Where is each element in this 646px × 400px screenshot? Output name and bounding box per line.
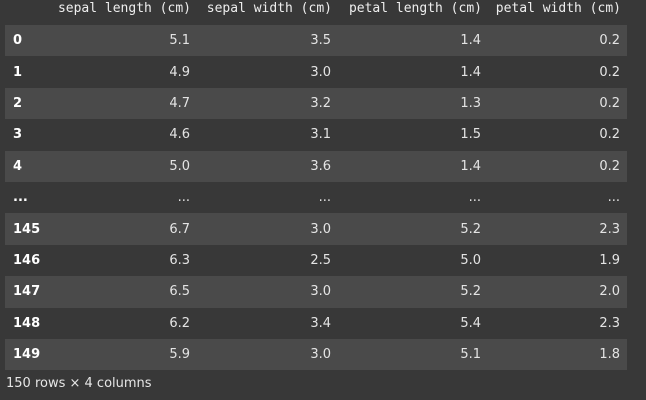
table-row: 4 5.0 3.6 1.4 0.2 (5, 150, 627, 182)
row-count-summary: 150 rows × 4 columns (6, 376, 152, 391)
row-index: ... (13, 190, 28, 206)
row-index: 4 (13, 158, 23, 174)
table-row: 1 4.9 3.0 1.4 0.2 (5, 56, 627, 88)
table-cell: 6.7 (169, 221, 190, 237)
row-index: 148 (13, 315, 41, 331)
table-row: 147 6.5 3.0 5.2 2.0 (5, 276, 627, 308)
table-cell: 5.9 (169, 347, 190, 363)
table-cell: 3.0 (310, 64, 331, 80)
table-cell: 1.5 (460, 127, 481, 143)
table-header: sepal length (cm) sepal width (cm) petal… (5, 0, 627, 25)
table-cell: ... (607, 190, 620, 206)
table-cell: 3.1 (310, 127, 331, 143)
table-cell: 2.0 (599, 284, 620, 300)
table-row: 2 4.7 3.2 1.3 0.2 (5, 87, 627, 120)
table-cell: 5.0 (169, 158, 190, 174)
column-header: petal width (cm) (495, 1, 621, 16)
table-cell: 3.2 (310, 95, 331, 111)
table-cell: 1.4 (460, 158, 481, 174)
table-cell: 3.5 (310, 33, 331, 49)
table-cell: 5.2 (460, 221, 481, 237)
index-header (5, 0, 47, 25)
table-cell: 5.1 (460, 347, 481, 363)
table-cell: 5.1 (169, 33, 190, 49)
table-cell: 0.2 (599, 33, 620, 49)
dataframe-output: sepal length (cm) sepal width (cm) petal… (0, 0, 646, 400)
row-index: 3 (13, 127, 23, 143)
column-header: petal length (cm) (348, 1, 482, 16)
table-row: 3 4.6 3.1 1.5 0.2 (5, 119, 627, 151)
table-cell: 6.2 (169, 315, 190, 331)
row-index: 146 (13, 252, 41, 268)
table-cell: 3.6 (310, 158, 331, 174)
table-cell: 6.5 (169, 284, 190, 300)
table-cell: 0.2 (599, 127, 620, 143)
column-header: sepal width (cm) (206, 1, 332, 16)
table-row: 0 5.1 3.5 1.4 0.2 (5, 25, 627, 57)
dataframe-table: sepal length (cm) sepal width (cm) petal… (5, 0, 627, 371)
table-cell: 3.0 (310, 284, 331, 300)
column-header: sepal length (cm) (57, 1, 191, 16)
table-cell: 5.2 (460, 284, 481, 300)
row-index: 1 (13, 64, 23, 80)
table-cell: 1.4 (460, 64, 481, 80)
table-cell: 5.0 (460, 252, 481, 268)
table-cell: 2.3 (599, 315, 620, 331)
table-cell: 0.2 (599, 158, 620, 174)
table-cell: 6.3 (169, 252, 190, 268)
table-cell: 1.9 (599, 252, 620, 268)
table-row: 148 6.2 3.4 5.4 2.3 (5, 307, 627, 339)
table-cell: 4.6 (169, 127, 190, 143)
table-row: 145 6.7 3.0 5.2 2.3 (5, 213, 627, 245)
table-cell: 4.7 (169, 95, 190, 111)
table-cell: 1.8 (599, 347, 620, 363)
table-cell: ... (468, 190, 481, 206)
row-index: 149 (13, 347, 41, 363)
table-cell: 2.3 (599, 221, 620, 237)
table-cell: 1.3 (460, 95, 481, 111)
table-cell: 1.4 (460, 33, 481, 49)
table-cell: 5.4 (460, 315, 481, 331)
table-cell: ... (318, 190, 331, 206)
table-row: 146 6.3 2.5 5.0 1.9 (5, 244, 627, 277)
table-cell: 2.5 (310, 252, 331, 268)
table-body: 0 5.1 3.5 1.4 0.2 1 4.9 3.0 1.4 0.2 2 4.… (5, 25, 627, 371)
table-cell: 4.9 (169, 64, 190, 80)
header-row: sepal length (cm) sepal width (cm) petal… (5, 0, 627, 25)
table-cell: 3.0 (310, 347, 331, 363)
table-cell: 0.2 (599, 64, 620, 80)
table-row-ellipsis: ... ... ... ... ... (5, 181, 627, 214)
table-cell: 3.0 (310, 221, 331, 237)
table-cell: 3.4 (310, 315, 331, 331)
row-index: 0 (13, 33, 23, 49)
row-index: 147 (13, 284, 41, 300)
table-cell: ... (177, 190, 190, 206)
table-cell: 0.2 (599, 95, 620, 111)
table-row: 149 5.9 3.0 5.1 1.8 (5, 338, 627, 371)
row-index: 2 (13, 95, 23, 111)
row-index: 145 (13, 221, 41, 237)
